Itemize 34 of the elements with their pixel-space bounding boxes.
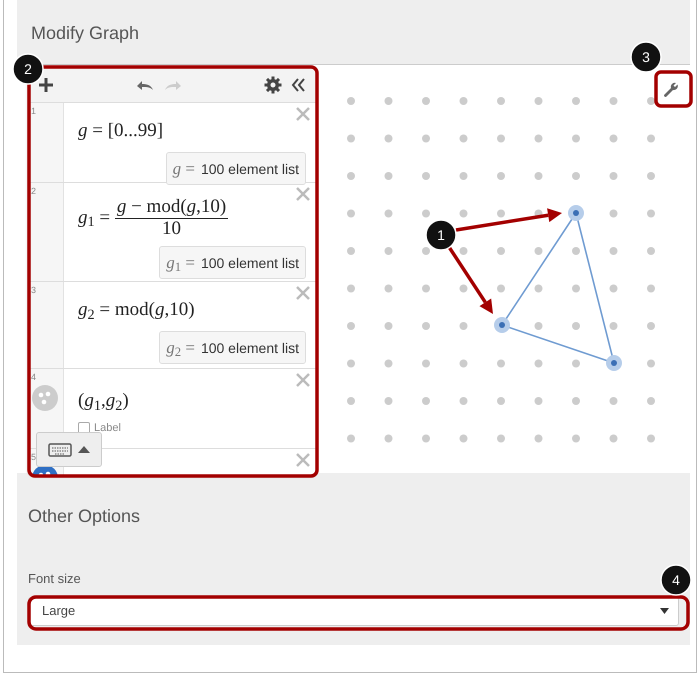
callout-badge: 4 — [660, 564, 692, 596]
math-expression[interactable]: (g$_{1}$,g$_{2}$) — [78, 387, 306, 416]
close-icon — [296, 107, 310, 121]
row-number: 4 — [31, 371, 36, 384]
close-icon — [296, 187, 310, 201]
close-icon — [296, 453, 310, 467]
wrench-icon — [662, 81, 680, 99]
row-number: 2 — [31, 185, 36, 198]
row-number: 5 — [31, 451, 36, 464]
row-number: 1 — [31, 105, 36, 118]
caret-down-icon — [660, 608, 669, 614]
page-title: Modify Graph — [31, 23, 140, 43]
close-icon — [296, 373, 310, 387]
double-chevron-icon — [290, 76, 306, 92]
caret-up-icon — [78, 446, 90, 453]
evaluation-result: g$_{2}$ = 100 element list — [159, 330, 306, 364]
plus-icon — [38, 76, 54, 92]
section-heading: Other Options — [28, 506, 140, 526]
callout-badge: 2 — [12, 53, 44, 85]
keyboard-icon — [48, 442, 72, 456]
callout-badge: 1 — [425, 219, 457, 251]
highlight-frame — [654, 70, 693, 108]
evaluation-result: g = 100 element list — [166, 152, 306, 185]
close-icon — [296, 286, 310, 300]
math-expression[interactable]: g$_{2}$ = mod(g,10) — [78, 296, 306, 324]
field-label: Font size — [28, 571, 81, 586]
row-number: 3 — [31, 284, 36, 297]
evaluation-result: g$_{1}$ = 100 element list — [159, 246, 306, 280]
callout-badge: 3 — [630, 41, 662, 73]
gear-icon — [264, 76, 282, 94]
math-expression[interactable]: g = [0...99] — [78, 117, 306, 146]
keyboard-button[interactable] — [36, 432, 102, 467]
callout-arrow — [448, 246, 493, 314]
math-expression[interactable]: g$_{1}$ = g − mod(g,10) 10 — [78, 197, 306, 240]
